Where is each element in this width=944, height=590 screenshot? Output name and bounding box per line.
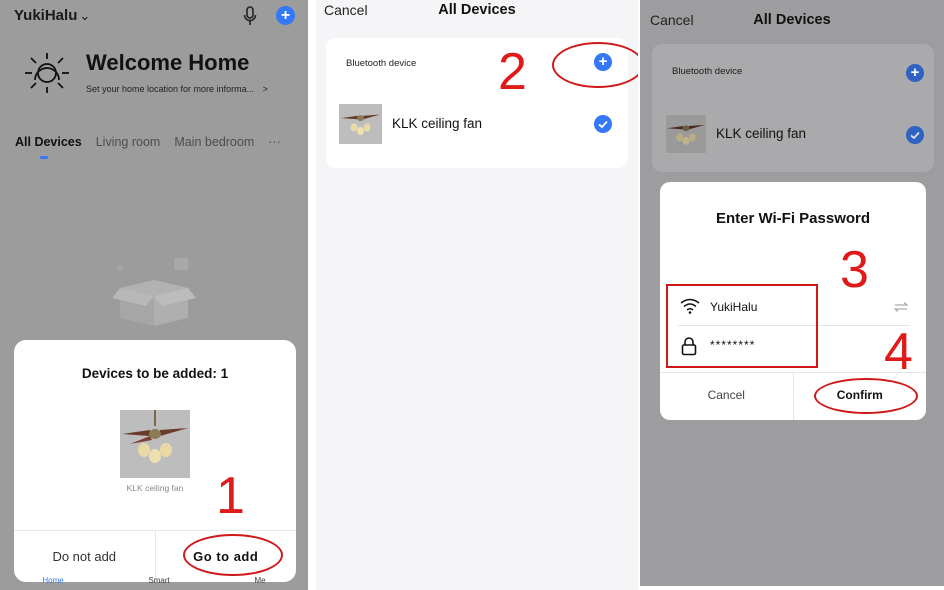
bottom-nav: Home Smart Me [0, 576, 308, 590]
step-number-3: 3 [840, 241, 869, 299]
ceiling-fan-image [339, 104, 382, 144]
home-name: YukiHalu [14, 7, 78, 24]
home-selector[interactable]: YukiHalu ⌄ [14, 7, 90, 24]
wifi-password-panel: Cancel All Devices Bluetooth device + KL… [640, 0, 944, 586]
box-icon [112, 258, 196, 326]
do-not-add-button[interactable]: Do not add [14, 531, 155, 582]
check-icon [910, 131, 920, 140]
bluetooth-device-card: Bluetooth device + KLK ceiling fan [652, 44, 934, 172]
sheet-title: Devices to be added: 1 [81, 366, 229, 381]
cancel-dialog-button[interactable]: Cancel [660, 373, 793, 420]
highlight-oval-go-to-add [183, 534, 283, 576]
more-tabs-icon[interactable]: ··· [268, 135, 281, 149]
all-devices-panel: Cancel All Devices Bluetooth device + KL… [316, 0, 638, 590]
tab-all-devices[interactable]: All Devices [15, 135, 82, 149]
tab-indicator [40, 156, 48, 159]
add-device-button[interactable]: + [276, 6, 295, 25]
device-name: KLK ceiling fan [392, 116, 483, 131]
section-label: Bluetooth device [346, 58, 417, 69]
device-label: KLK ceiling fan [126, 483, 184, 493]
tab-living-room[interactable]: Living room [96, 135, 161, 149]
switch-network-icon[interactable] [894, 302, 908, 312]
ceiling-fan-image [666, 114, 706, 154]
highlight-box-credentials [666, 284, 818, 368]
welcome-subtitle: Set your home location for more informa.… [86, 84, 255, 94]
add-bluetooth-device-button[interactable]: + [906, 64, 924, 82]
section-label: Bluetooth device [672, 66, 743, 77]
nav-bar: Cancel All Devices [316, 2, 638, 22]
tab-main-bedroom[interactable]: Main bedroom [174, 135, 254, 149]
step-number-1: 1 [216, 467, 245, 525]
sun-icon [25, 53, 69, 93]
highlight-oval-confirm [814, 378, 918, 414]
page-title: All Devices [753, 12, 831, 28]
page-title: All Devices [438, 2, 516, 18]
nav-bar: Cancel All Devices [640, 0, 944, 28]
selected-check-button[interactable] [594, 115, 612, 133]
device-name: KLK ceiling fan [716, 126, 807, 141]
highlight-oval-add-button [552, 42, 638, 88]
home-screen-panel: YukiHalu ⌄ + Welcome Home Set your home l… [0, 0, 308, 590]
microphone-icon[interactable] [243, 6, 257, 26]
chevron-right-icon: > [262, 84, 268, 94]
step-number-2: 2 [498, 43, 527, 101]
nav-smart[interactable]: Smart [148, 576, 169, 590]
room-tabs: All Devices Living room Main bedroom ··· [15, 135, 295, 149]
step-number-4: 4 [884, 323, 913, 381]
plus-icon: + [280, 7, 291, 24]
welcome-title: Welcome Home [86, 50, 250, 75]
dialog-title: Enter Wi-Fi Password [715, 210, 871, 227]
home-location-link[interactable]: Set your home location for more informa.… [86, 84, 268, 94]
nav-me[interactable]: Me [254, 576, 265, 590]
check-icon [598, 120, 608, 129]
selected-check-button[interactable] [906, 126, 924, 144]
nav-home[interactable]: Home [42, 576, 63, 590]
chevron-down-icon: ⌄ [79, 8, 91, 23]
ceiling-fan-image [120, 410, 190, 478]
plus-icon: + [910, 64, 920, 81]
